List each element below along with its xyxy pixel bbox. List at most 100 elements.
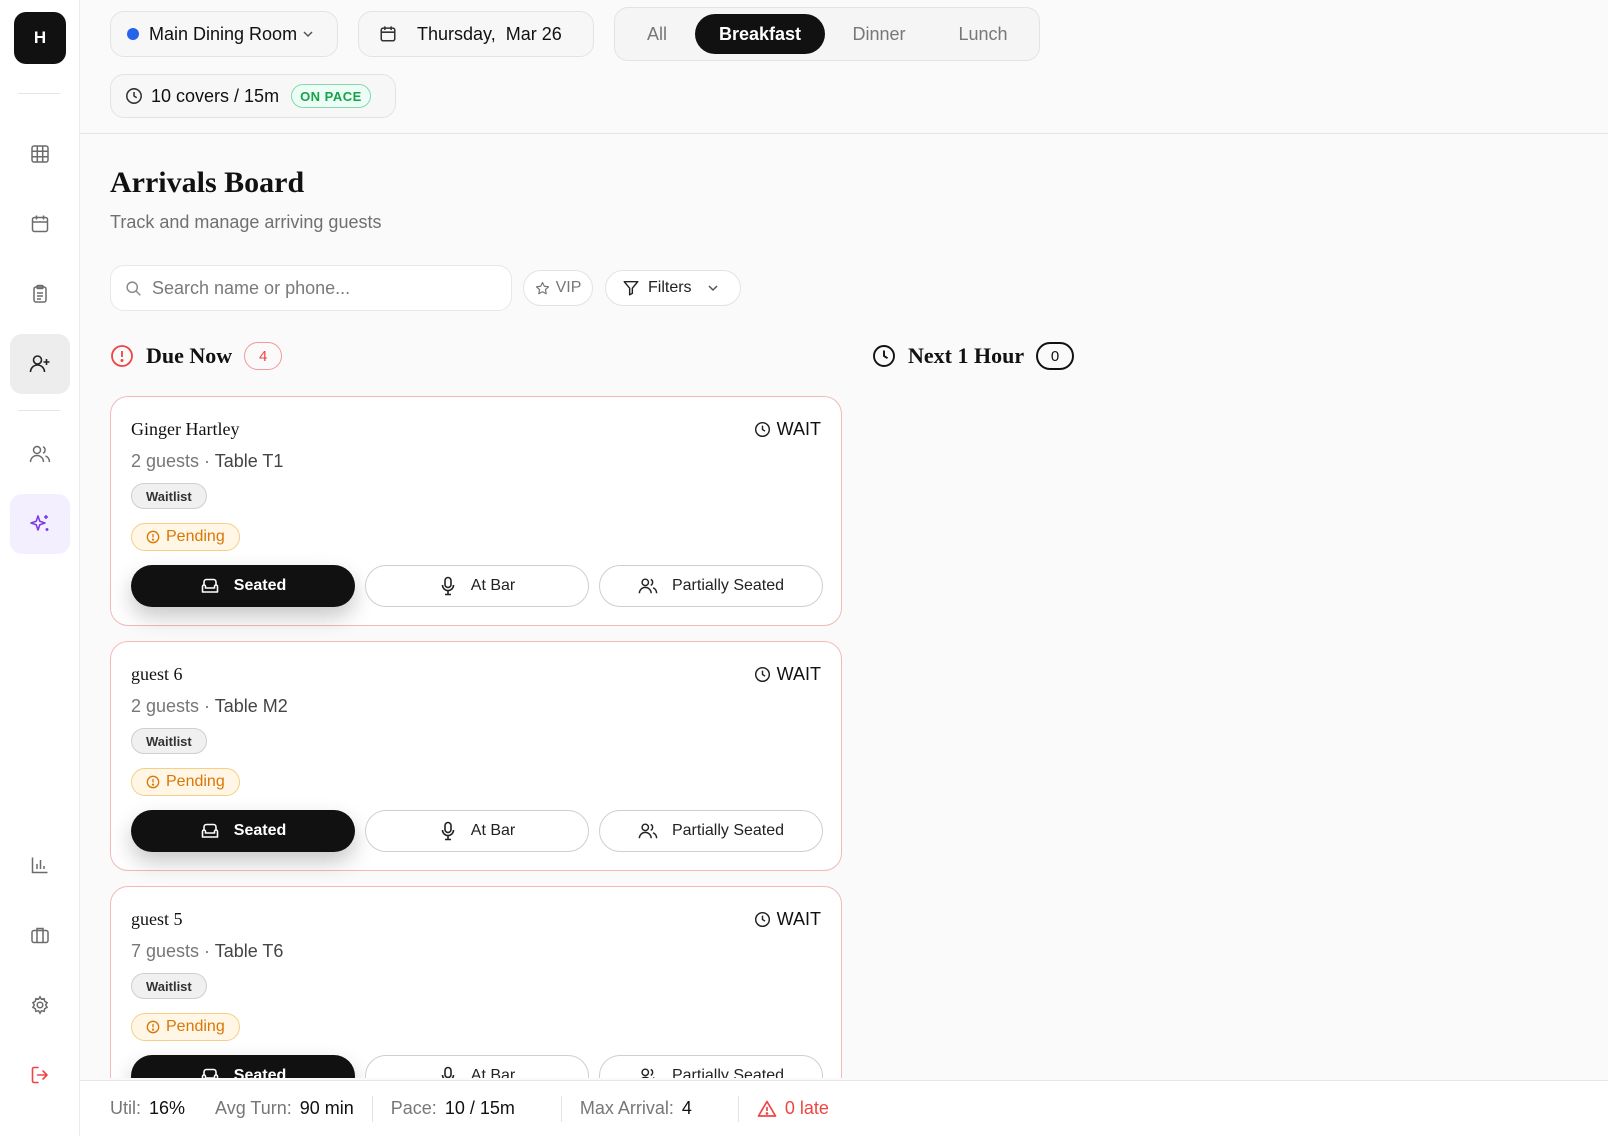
vip-label: VIP (555, 279, 582, 296)
arrival-card[interactable]: guest 5 WAIT 7 guests · Table T6 Waitlis… (110, 886, 842, 1078)
sidebar-item-floor-plan[interactable] (10, 124, 70, 184)
sidebar-item-calendar[interactable] (10, 194, 70, 254)
date-rest: Mar 26 (505, 23, 562, 44)
status-divider (737, 1095, 739, 1122)
app-logo[interactable]: H (14, 12, 66, 64)
util-value: 16% (149, 1098, 186, 1118)
sidebar-divider (18, 93, 60, 94)
search-icon (126, 280, 141, 296)
filters-label: Filters (648, 279, 692, 296)
guest-count: 7 guests (131, 941, 200, 961)
due-now-label: Due Now (146, 343, 233, 368)
late-count: 0 late (784, 1098, 829, 1118)
sidebar-item-settings[interactable] (10, 975, 70, 1035)
at-bar-label: At Bar (470, 1067, 516, 1078)
wait-indicator: WAIT (754, 664, 821, 685)
max-arrival-value: 4 (681, 1098, 692, 1118)
status-label: Pending (166, 1018, 225, 1035)
room-name: Main Dining Room (149, 23, 298, 44)
logout-icon (31, 1066, 48, 1084)
clipboard-icon (33, 284, 47, 303)
status-divider (371, 1095, 373, 1122)
at-bar-button[interactable]: At Bar (365, 810, 589, 852)
room-selector[interactable]: Main Dining Room (110, 11, 338, 57)
microphone-icon (441, 821, 455, 841)
partially-seated-button[interactable]: Partially Seated (599, 1055, 823, 1078)
page-subtitle: Track and manage arriving guests (110, 212, 382, 232)
avg-turn-value: 90 min (299, 1098, 354, 1118)
avg-turn-label: Avg Turn: (215, 1098, 292, 1118)
seated-label: Seated (233, 577, 287, 594)
search-input[interactable] (152, 277, 482, 299)
sidebar-item-ai-assistant[interactable] (10, 494, 70, 554)
sparkles-icon (30, 515, 49, 531)
seated-button[interactable]: Seated (131, 810, 355, 852)
at-bar-button[interactable]: At Bar (365, 1055, 589, 1078)
pace-stat: Pace: 10 / 15m (391, 1098, 515, 1119)
at-bar-button[interactable]: At Bar (365, 565, 589, 607)
avg-turn-stat: Avg Turn: 90 min (215, 1098, 354, 1119)
chevron-down-icon (708, 285, 718, 292)
next-hour-header: Next 1 Hour 0 (872, 342, 1075, 370)
source-tag: Waitlist (131, 973, 207, 999)
sidebar-item-reports[interactable] (10, 835, 70, 895)
info-icon (146, 1020, 160, 1034)
seated-button[interactable]: Seated (131, 565, 355, 607)
at-bar-label: At Bar (470, 577, 516, 594)
seated-label: Seated (233, 1067, 287, 1078)
sidebar: H (0, 0, 80, 1136)
status-badge: Pending (131, 1013, 240, 1041)
source-tag: Waitlist (131, 728, 207, 754)
wait-indicator: WAIT (754, 909, 821, 930)
date-day: Thursday, (417, 23, 496, 44)
status-label: Pending (166, 528, 225, 545)
warning-triangle-icon (757, 1100, 777, 1117)
at-bar-label: At Bar (470, 822, 516, 839)
status-bar: Util: 16% Avg Turn: 90 min Pace: 10 / 15… (80, 1080, 1608, 1136)
sidebar-item-business[interactable] (10, 905, 70, 965)
users-icon (638, 578, 658, 594)
bar-chart-icon (31, 857, 48, 874)
util-label: Util: (110, 1098, 141, 1118)
party-details: 7 guests · Table T6 (131, 941, 284, 961)
tab-lunch[interactable]: Lunch (933, 14, 1033, 54)
tab-all[interactable]: All (623, 14, 691, 54)
partially-seated-label: Partially Seated (671, 822, 785, 839)
sidebar-item-reservations[interactable] (10, 264, 70, 324)
sidebar-item-guests[interactable] (10, 424, 70, 484)
microphone-icon (441, 1066, 455, 1078)
alert-circle-icon (111, 345, 133, 367)
arrival-card[interactable]: guest 6 WAIT 2 guests · Table M2 Waitlis… (110, 641, 842, 871)
armchair-icon (201, 578, 219, 593)
sidebar-divider (18, 410, 60, 411)
wait-label: WAIT (776, 419, 821, 439)
wait-label: WAIT (776, 909, 821, 929)
star-icon (535, 281, 549, 294)
arrival-card[interactable]: Ginger Hartley WAIT 2 guests · Table T1 … (110, 396, 842, 626)
table-assignment: Table T1 (214, 451, 284, 471)
vip-filter-chip[interactable]: VIP (523, 270, 593, 306)
filters-button[interactable]: Filters (605, 270, 741, 306)
wait-indicator: WAIT (754, 419, 821, 440)
tab-dinner[interactable]: Dinner (829, 14, 929, 54)
partially-seated-button[interactable]: Partially Seated (599, 565, 823, 607)
tab-breakfast[interactable]: Breakfast (695, 14, 825, 54)
room-status-dot (127, 28, 139, 40)
max-arrival-label: Max Arrival: (579, 1098, 674, 1118)
sidebar-item-logout[interactable] (10, 1045, 70, 1105)
table-assignment: Table T6 (214, 941, 284, 961)
status-divider (560, 1095, 562, 1122)
meal-period-tabs: All Breakfast Dinner Lunch (614, 7, 1040, 61)
date-picker[interactable]: Thursday, Mar 26 (358, 11, 594, 57)
top-bar: Main Dining Room Thursday, Mar 26 All Br… (80, 0, 1608, 134)
microphone-icon (441, 576, 455, 596)
armchair-icon (201, 1068, 219, 1078)
seated-button[interactable]: Seated (131, 1055, 355, 1078)
late-indicator[interactable]: 0 late (757, 1098, 829, 1119)
clock-icon (754, 421, 770, 438)
due-now-list: Ginger Hartley WAIT 2 guests · Table T1 … (110, 396, 842, 1078)
sidebar-item-arrivals[interactable] (10, 334, 70, 394)
calendar-icon (31, 215, 49, 233)
calendar-icon (380, 26, 396, 42)
partially-seated-button[interactable]: Partially Seated (599, 810, 823, 852)
